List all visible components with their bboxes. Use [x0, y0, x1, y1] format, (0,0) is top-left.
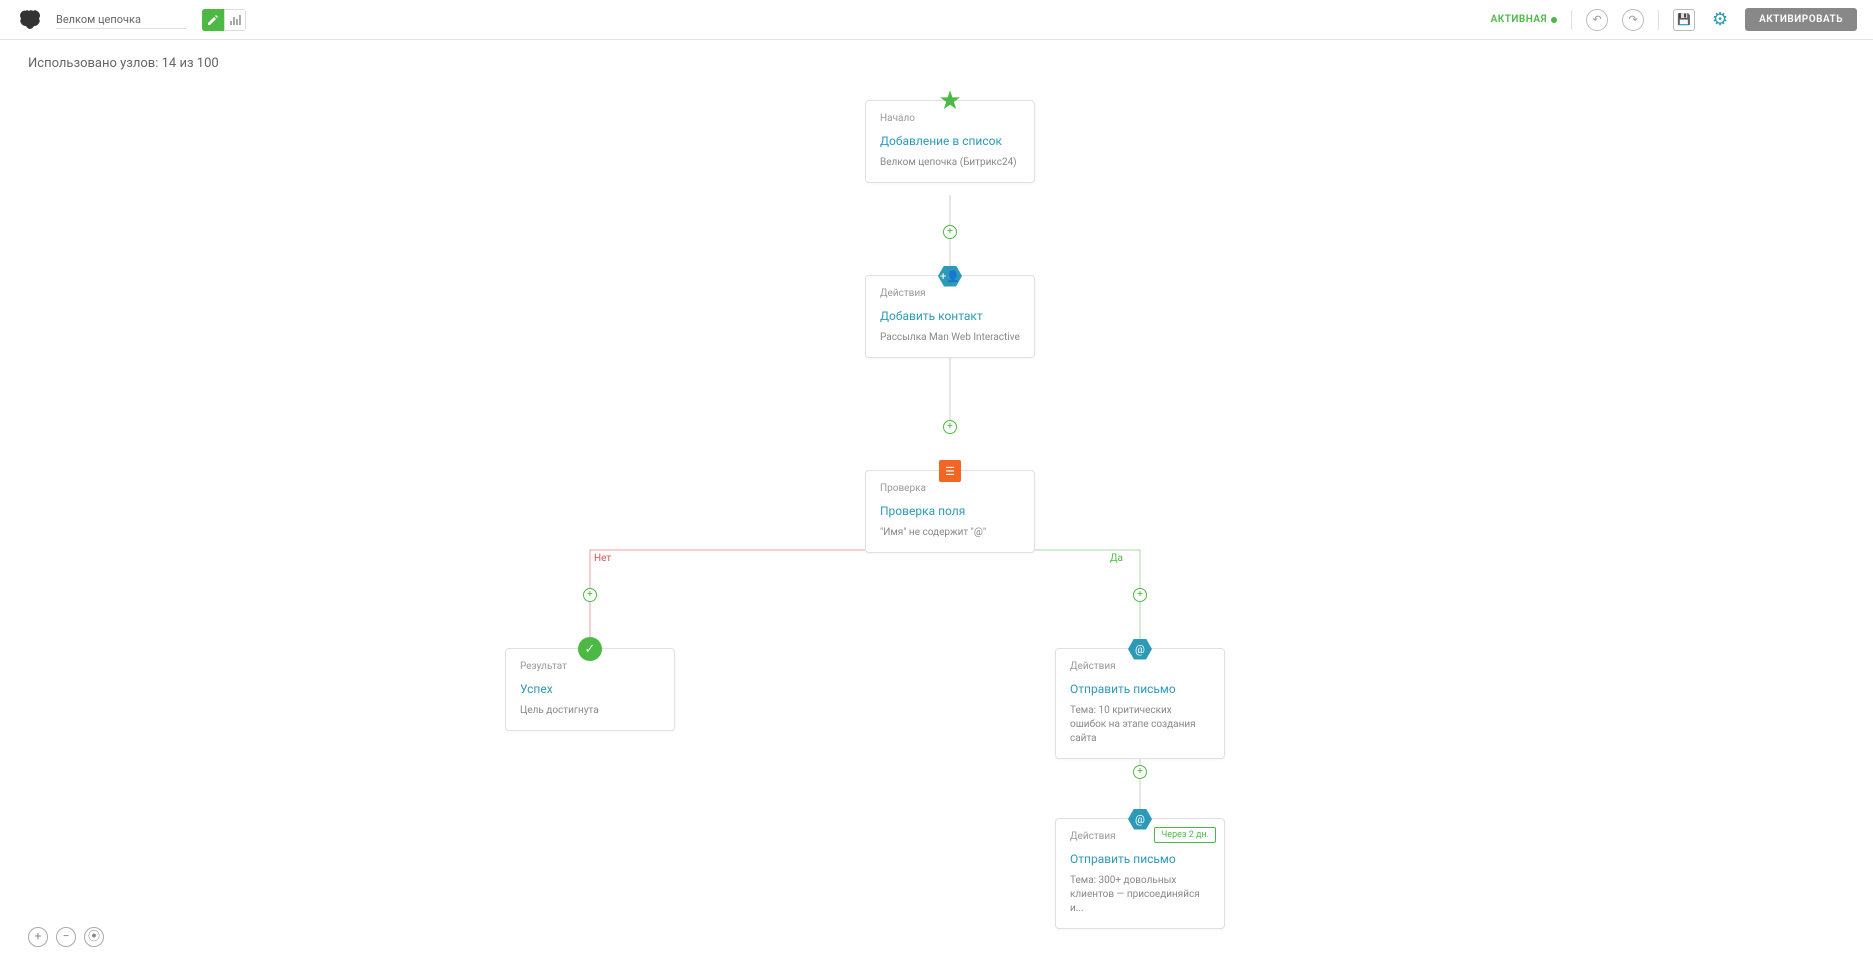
- add-node-button[interactable]: +: [583, 588, 597, 602]
- add-node-button[interactable]: +: [943, 225, 957, 239]
- node-desc: Велком цепочка (Битрикс24): [880, 156, 1020, 170]
- edit-mode-button[interactable]: [202, 9, 224, 31]
- stats-mode-button[interactable]: [224, 9, 246, 31]
- node-start[interactable]: ★ Начало Добавление в список Велком цепо…: [865, 100, 1035, 183]
- node-add-contact[interactable]: +👤 Действия Добавить контакт Рассылка Ma…: [865, 275, 1035, 358]
- contact-icon: +👤: [938, 264, 962, 288]
- checklist-icon: ☰: [938, 459, 962, 483]
- node-desc: "Имя" не содержит "@": [880, 526, 1020, 540]
- delay-badge: Через 2 дн.: [1154, 827, 1216, 843]
- node-title: Проверка поля: [880, 504, 1020, 520]
- check-icon: ✓: [578, 637, 602, 661]
- node-desc: Тема: 300+ довольных клиентов — присоеди…: [1070, 874, 1210, 916]
- branch-no-label: Нет: [594, 553, 611, 564]
- add-node-button[interactable]: +: [1133, 588, 1147, 602]
- settings-button[interactable]: ⚙: [1709, 9, 1731, 31]
- node-check-field[interactable]: ☰ Проверка Проверка поля "Имя" не содерж…: [865, 470, 1035, 553]
- node-desc: Рассылка Man Web Interactive: [880, 331, 1020, 345]
- branch-yes-label: Да: [1110, 553, 1123, 564]
- node-desc: Цель достигнута: [520, 704, 660, 718]
- add-node-button[interactable]: +: [1133, 765, 1147, 779]
- node-desc: Тема: 10 критических ошибок на этапе соз…: [1070, 704, 1210, 746]
- star-icon: ★: [938, 89, 962, 113]
- save-button[interactable]: 💾: [1673, 9, 1695, 31]
- node-title: Добавление в список: [880, 134, 1020, 150]
- node-send-email-1[interactable]: @ Действия Отправить письмо Тема: 10 кри…: [1055, 648, 1225, 759]
- status-dot-icon: [1551, 17, 1557, 23]
- node-send-email-2[interactable]: @ Через 2 дн. Действия Отправить письмо …: [1055, 818, 1225, 929]
- node-title: Добавить контакт: [880, 309, 1020, 325]
- zoom-in-button[interactable]: +: [28, 927, 48, 947]
- node-type-label: Результат: [520, 661, 660, 672]
- node-success[interactable]: ✓ Результат Успех Цель достигнута: [505, 648, 675, 731]
- redo-button[interactable]: ↷: [1622, 9, 1644, 31]
- email-icon: @: [1128, 807, 1152, 831]
- node-type-label: Действия: [1070, 661, 1210, 672]
- add-node-button[interactable]: +: [943, 420, 957, 434]
- node-title: Успех: [520, 682, 660, 698]
- undo-button[interactable]: ↶: [1586, 9, 1608, 31]
- activate-button[interactable]: АКТИВИРОВАТЬ: [1745, 8, 1857, 31]
- zoom-out-button[interactable]: −: [56, 927, 76, 947]
- status-badge: АКТИВНАЯ: [1491, 14, 1558, 25]
- campaign-title-input[interactable]: [56, 11, 186, 29]
- node-type-label: Проверка: [880, 483, 1020, 494]
- email-icon: @: [1128, 637, 1152, 661]
- node-type-label: Действия: [880, 288, 1020, 299]
- node-title: Отправить письмо: [1070, 682, 1210, 698]
- app-logo[interactable]: [16, 6, 44, 34]
- fit-view-button[interactable]: ⦿: [84, 927, 104, 947]
- node-title: Отправить письмо: [1070, 852, 1210, 868]
